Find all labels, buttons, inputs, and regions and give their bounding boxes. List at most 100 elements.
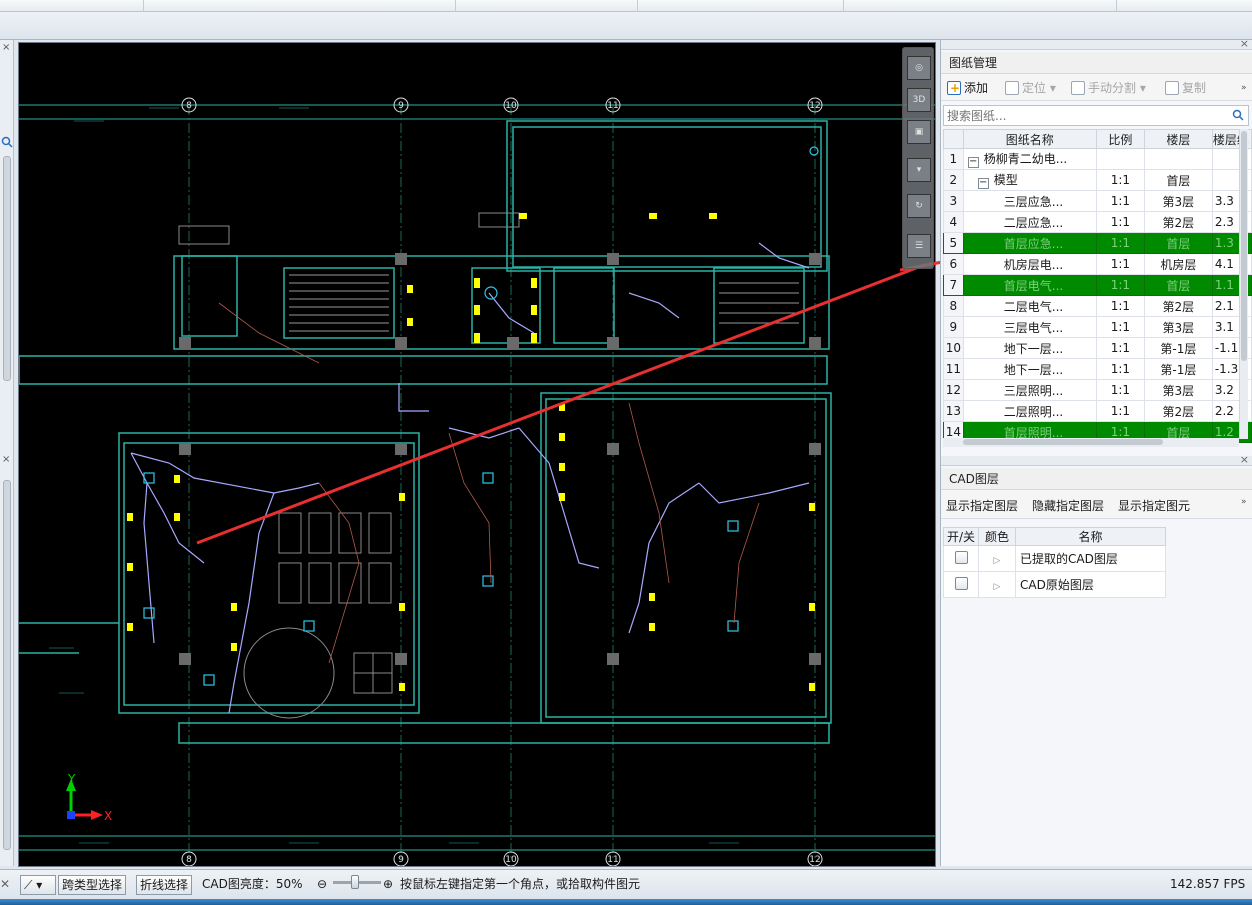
scale-cell[interactable]: 1:1 (1095, 253, 1145, 275)
drawing-search-input[interactable] (944, 106, 1224, 125)
table-row[interactable]: 4 二层应急... 1:1 第2层 2.3 (943, 211, 1252, 233)
scroll-thumb[interactable] (963, 439, 1163, 445)
floor-cell[interactable]: 第-1层 (1143, 337, 1213, 359)
scale-cell[interactable]: 1:1 (1095, 274, 1145, 296)
drawing-name-cell[interactable]: 机房层电... (962, 253, 1097, 275)
scroll-thumb[interactable] (1241, 131, 1247, 361)
table-row[interactable]: 13 二层照明... 1:1 第2层 2.2 (943, 400, 1252, 422)
floor-cell[interactable]: 首层 (1143, 169, 1213, 191)
layer-toggle-cell[interactable] (943, 571, 979, 598)
scale-cell[interactable]: 1:1 (1095, 232, 1145, 254)
drawing-name-cell[interactable]: 首层电气... (962, 274, 1097, 296)
orbit-icon[interactable]: ◎ (907, 56, 931, 80)
cad-drawing-canvas[interactable]: 8 9 10 11 12 8 9 10 11 12 Y X (18, 42, 936, 867)
floor-cell[interactable]: 第3层 (1143, 190, 1213, 212)
layer-toggle-cell[interactable] (943, 545, 979, 572)
scale-cell[interactable]: 1:1 (1095, 316, 1145, 338)
table-row[interactable]: 6 机房层电... 1:1 机房层 4.1 (943, 253, 1252, 275)
copy-button[interactable]: 复制 (1165, 79, 1206, 97)
table-row-selected[interactable]: 5 首层应急... 1:1 首层 1.3 (943, 232, 1252, 254)
drawing-name-cell[interactable]: 二层照明... (962, 400, 1097, 422)
layer-color-cell[interactable]: ▷ (978, 545, 1016, 572)
hide-layer-button[interactable]: 隐藏指定图层 (1032, 497, 1104, 514)
drawing-name-cell[interactable]: 地下一层... (962, 358, 1097, 380)
brightness-increase-icon[interactable]: ⊕ (383, 875, 393, 895)
search-icon[interactable] (1232, 109, 1244, 121)
close-icon[interactable]: × (2, 454, 10, 465)
brightness-decrease-icon[interactable]: ⊖ (317, 875, 327, 895)
scale-cell[interactable]: 1:1 (1095, 211, 1145, 233)
floor-cell[interactable]: 机房层 (1143, 253, 1213, 275)
table-row[interactable]: 11 地下一层... 1:1 第-1层 -1.3 (943, 358, 1252, 380)
layer-row[interactable]: ▷ CAD原始图层 (943, 571, 1166, 598)
left-scrollbar[interactable] (3, 480, 11, 850)
scale-cell[interactable]: 1:1 (1095, 169, 1145, 191)
drawing-name-cell[interactable]: − 模型 (962, 169, 1097, 191)
column-header[interactable]: 比例 (1095, 129, 1145, 149)
table-row[interactable]: 3 三层应急... 1:1 第3层 3.3 (943, 190, 1252, 212)
search-icon[interactable] (1, 136, 13, 148)
polyline-select-button[interactable]: 折线选择 (136, 875, 193, 895)
locate-button[interactable]: 定位 ▾ (1005, 79, 1056, 97)
column-header[interactable]: 开/关 (943, 527, 979, 546)
cancel-x-icon[interactable]: ✕ (0, 875, 10, 895)
collapse-toggle-icon[interactable]: − (977, 178, 989, 189)
overflow-chevron-icon[interactable]: » (1241, 497, 1247, 507)
collapse-toggle-icon[interactable]: − (967, 157, 979, 168)
table-row[interactable]: 9 三层电气... 1:1 第3层 3.1 (943, 316, 1252, 338)
floor-cell[interactable] (1143, 148, 1213, 170)
cube-view-icon[interactable]: ▣ (907, 120, 931, 144)
floor-cell[interactable]: 第3层 (1143, 316, 1213, 338)
layers-icon[interactable]: ☰ (907, 234, 931, 258)
floor-cell[interactable]: 首层 (1143, 274, 1213, 296)
table-row[interactable]: 2 − 模型 1:1 首层 (943, 169, 1252, 191)
table-row[interactable]: 10 地下一层... 1:1 第-1层 -1.1 (943, 337, 1252, 359)
drawing-list-hscroll[interactable] (943, 438, 1239, 447)
snap-mode-dropdown[interactable]: ⟋ ▾ (20, 875, 56, 895)
layer-color-cell[interactable]: ▷ (978, 571, 1016, 598)
overflow-chevron-icon[interactable]: » (1241, 79, 1247, 97)
scale-cell[interactable]: 1:1 (1095, 190, 1145, 212)
drawing-name-cell[interactable]: 地下一层... (962, 337, 1097, 359)
column-header[interactable]: 楼层 (1143, 129, 1213, 149)
scale-cell[interactable]: 1:1 (1095, 337, 1145, 359)
drawing-name-cell[interactable]: 二层应急... (962, 211, 1097, 233)
scale-cell[interactable]: 1:1 (1095, 400, 1145, 422)
scale-cell[interactable]: 1:1 (1095, 358, 1145, 380)
close-icon[interactable]: × (2, 42, 10, 53)
floor-plan-drawing[interactable]: 8 9 10 11 12 8 9 10 11 12 Y X (19, 43, 936, 867)
layer-name-cell[interactable]: 已提取的CAD图层 (1015, 545, 1166, 572)
3d-view-icon[interactable]: 3D (907, 88, 931, 112)
scale-cell[interactable]: 1:1 (1095, 379, 1145, 401)
table-row-selected[interactable]: 7 首层电气... 1:1 首层 1.1 (943, 274, 1252, 296)
rotate-icon[interactable]: ↻ (907, 194, 931, 218)
floor-cell[interactable]: 第3层 (1143, 379, 1213, 401)
floor-cell[interactable]: 第2层 (1143, 295, 1213, 317)
drawing-name-cell[interactable]: 二层电气... (962, 295, 1097, 317)
floor-cell[interactable]: 第2层 (1143, 400, 1213, 422)
layer-name-cell[interactable]: CAD原始图层 (1015, 571, 1166, 598)
floor-cell[interactable]: 第-1层 (1143, 358, 1213, 380)
expand-triangle-icon[interactable]: ▷ (994, 556, 1001, 566)
scale-cell[interactable]: 1:1 (1095, 295, 1145, 317)
drawing-list-vscroll[interactable] (1239, 129, 1248, 439)
column-header[interactable]: 名称 (1015, 527, 1166, 546)
show-element-button[interactable]: 显示指定图元 (1118, 497, 1190, 514)
table-row[interactable]: 8 二层电气... 1:1 第2层 2.1 (943, 295, 1252, 317)
floor-cell[interactable]: 第2层 (1143, 211, 1213, 233)
table-row[interactable]: 1 − 杨柳青二幼电... (943, 148, 1252, 170)
expand-triangle-icon[interactable]: ▷ (994, 582, 1001, 592)
slider-knob[interactable] (351, 875, 359, 889)
left-scrollbar[interactable] (3, 156, 11, 381)
layer-visibility-checkbox[interactable] (954, 550, 968, 564)
brightness-slider[interactable] (333, 875, 381, 889)
close-icon[interactable]: × (1240, 453, 1249, 466)
table-row[interactable]: 12 三层照明... 1:1 第3层 3.2 (943, 379, 1252, 401)
column-header[interactable]: 图纸名称 (962, 129, 1097, 149)
cube-dropdown-icon[interactable]: ▾ (907, 158, 931, 182)
scale-cell[interactable] (1095, 148, 1145, 170)
cross-type-select-button[interactable]: 跨类型选择 (58, 875, 127, 895)
drawing-search-field[interactable] (943, 105, 1249, 126)
add-button[interactable]: 添加 (947, 79, 988, 97)
manual-split-button[interactable]: 手动分割 ▾ (1071, 79, 1146, 97)
